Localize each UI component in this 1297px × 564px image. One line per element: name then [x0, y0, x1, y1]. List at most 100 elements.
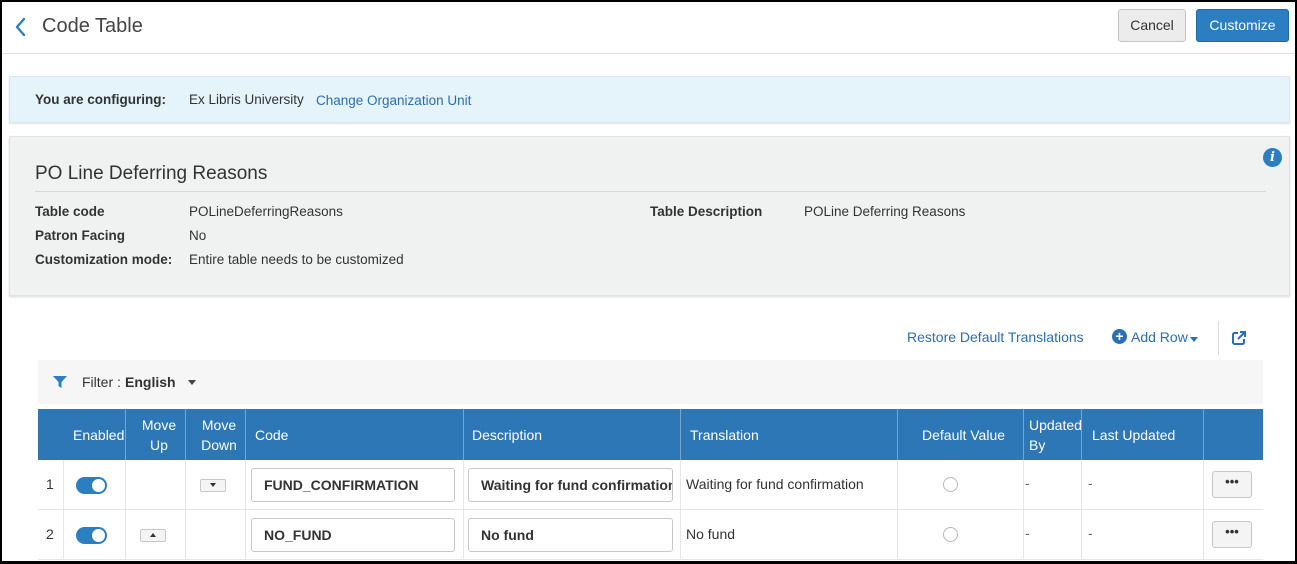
configuring-bar: You are configuring: Ex Libris Universit…: [9, 76, 1290, 123]
cell-divider: [1023, 510, 1024, 560]
table-row: 1 FUND_CONFIRMATION Waiting for fund con…: [38, 460, 1263, 510]
chevron-left-icon[interactable]: [12, 16, 30, 38]
table-title: PO Line Deferring Reasons: [35, 163, 268, 184]
row-number: 2: [46, 526, 54, 542]
cell-divider: [680, 510, 681, 560]
default-value-radio[interactable]: [943, 527, 958, 542]
column-divider: [680, 409, 681, 460]
updated-by-header-line2: By: [1029, 437, 1046, 453]
table-description-value: POLine Deferring Reasons: [804, 204, 966, 219]
column-divider: [463, 409, 464, 460]
description-input[interactable]: Waiting for fund confirmation: [468, 468, 673, 502]
cell-divider: [463, 510, 464, 560]
move-down-button[interactable]: [200, 479, 226, 492]
cell-divider: [185, 460, 186, 510]
page-title: Code Table: [42, 15, 143, 37]
column-divider: [125, 409, 126, 460]
move-up-header-line1: Move: [141, 417, 177, 433]
cell-divider: [1203, 510, 1204, 560]
cell-divider: [63, 510, 64, 560]
move-up-header-line2: Up: [150, 437, 168, 453]
column-header-move-up: Move Up: [132, 415, 186, 455]
column-header-translation[interactable]: Translation: [690, 425, 759, 445]
row-actions-button[interactable]: •••: [1212, 471, 1252, 498]
configuring-label: You are configuring:: [35, 92, 166, 107]
row-number: 1: [46, 476, 54, 492]
cell-divider: [1023, 460, 1024, 510]
cell-divider: [897, 510, 898, 560]
cell-divider: [680, 460, 681, 510]
cell-divider: [463, 460, 464, 510]
cell-divider: [1203, 460, 1204, 510]
updated-by-value: -: [1025, 525, 1030, 541]
cancel-button[interactable]: Cancel: [1118, 9, 1186, 42]
column-header-enabled[interactable]: Enabled: [73, 425, 124, 445]
column-header-default-value[interactable]: Default Value: [922, 425, 1005, 445]
translation-text: Waiting for fund confirmation: [686, 476, 864, 492]
add-row-caret-icon[interactable]: [1190, 337, 1198, 342]
column-divider: [1023, 409, 1024, 460]
toolbar-divider: [1218, 321, 1219, 355]
column-divider: [897, 409, 898, 460]
move-down-header-line2: Down: [201, 437, 237, 453]
customize-button[interactable]: Customize: [1196, 9, 1289, 42]
description-input[interactable]: No fund: [468, 518, 673, 552]
cell-divider: [63, 460, 64, 510]
info-icon[interactable]: i: [1263, 148, 1282, 167]
last-updated-value: -: [1088, 475, 1093, 491]
restore-default-translations-link[interactable]: Restore Default Translations: [907, 329, 1084, 345]
add-row-button[interactable]: Add Row: [1131, 329, 1188, 345]
table-info-panel: PO Line Deferring Reasons i Table code P…: [9, 136, 1290, 296]
enabled-toggle[interactable]: [76, 527, 107, 544]
column-header-code[interactable]: Code: [255, 425, 288, 445]
updated-by-value: -: [1025, 475, 1030, 491]
change-organization-link[interactable]: Change Organization Unit: [316, 93, 471, 108]
enabled-toggle[interactable]: [76, 477, 107, 494]
toggle-knob: [92, 529, 105, 542]
column-divider: [1203, 409, 1204, 460]
external-link-icon[interactable]: [1231, 330, 1247, 346]
move-down-header-line1: Move: [201, 417, 237, 433]
patron-facing-value: No: [189, 228, 207, 243]
cell-divider: [897, 460, 898, 510]
table-code-value: POLineDeferringReasons: [189, 204, 343, 219]
column-header-updated-by[interactable]: Updated By: [1029, 415, 1082, 455]
filter-icon: [53, 376, 67, 388]
page-header: Code Table Cancel Customize: [2, 2, 1295, 54]
cell-divider: [125, 460, 126, 510]
move-up-button[interactable]: [140, 529, 166, 542]
toggle-knob: [92, 479, 105, 492]
cell-divider: [1081, 510, 1082, 560]
filter-label: Filter :: [82, 374, 121, 390]
plus-circle-icon[interactable]: +: [1112, 329, 1127, 344]
code-input[interactable]: NO_FUND: [251, 518, 455, 552]
customization-mode-value: Entire table needs to be customized: [189, 252, 404, 267]
column-header-description[interactable]: Description: [472, 425, 542, 445]
patron-facing-label: Patron Facing: [35, 228, 126, 243]
updated-by-header-line1: Updated: [1029, 417, 1082, 433]
cell-divider: [1081, 460, 1082, 510]
translation-text: No fund: [686, 526, 736, 542]
code-input[interactable]: FUND_CONFIRMATION: [251, 468, 455, 502]
cell-divider: [245, 460, 246, 510]
customization-mode-label: Customization mode:: [35, 252, 173, 267]
default-value-radio[interactable]: [943, 477, 958, 492]
app-window: Code Table Cancel Customize You are conf…: [0, 0, 1297, 564]
last-updated-value: -: [1088, 525, 1093, 541]
cell-divider: [245, 510, 246, 560]
table-header: Enabled Move Up Move Down Code Descripti…: [38, 409, 1263, 460]
organization-name: Ex Libris University: [189, 92, 304, 107]
filter-language-value[interactable]: English: [125, 374, 176, 390]
filter-bar: Filter : English: [38, 360, 1263, 404]
cell-divider: [185, 510, 186, 560]
column-header-last-updated[interactable]: Last Updated: [1092, 425, 1175, 445]
column-header-move-down: Move Down: [192, 415, 246, 455]
arrow-down-icon: [210, 483, 216, 487]
arrow-up-icon: [150, 533, 156, 537]
cell-divider: [125, 510, 126, 560]
table-description-label: Table Description: [650, 204, 763, 219]
row-actions-button[interactable]: •••: [1212, 521, 1252, 548]
divider: [35, 191, 1266, 192]
table-code-label: Table code: [35, 204, 105, 219]
filter-dropdown-caret-icon[interactable]: [188, 380, 196, 385]
